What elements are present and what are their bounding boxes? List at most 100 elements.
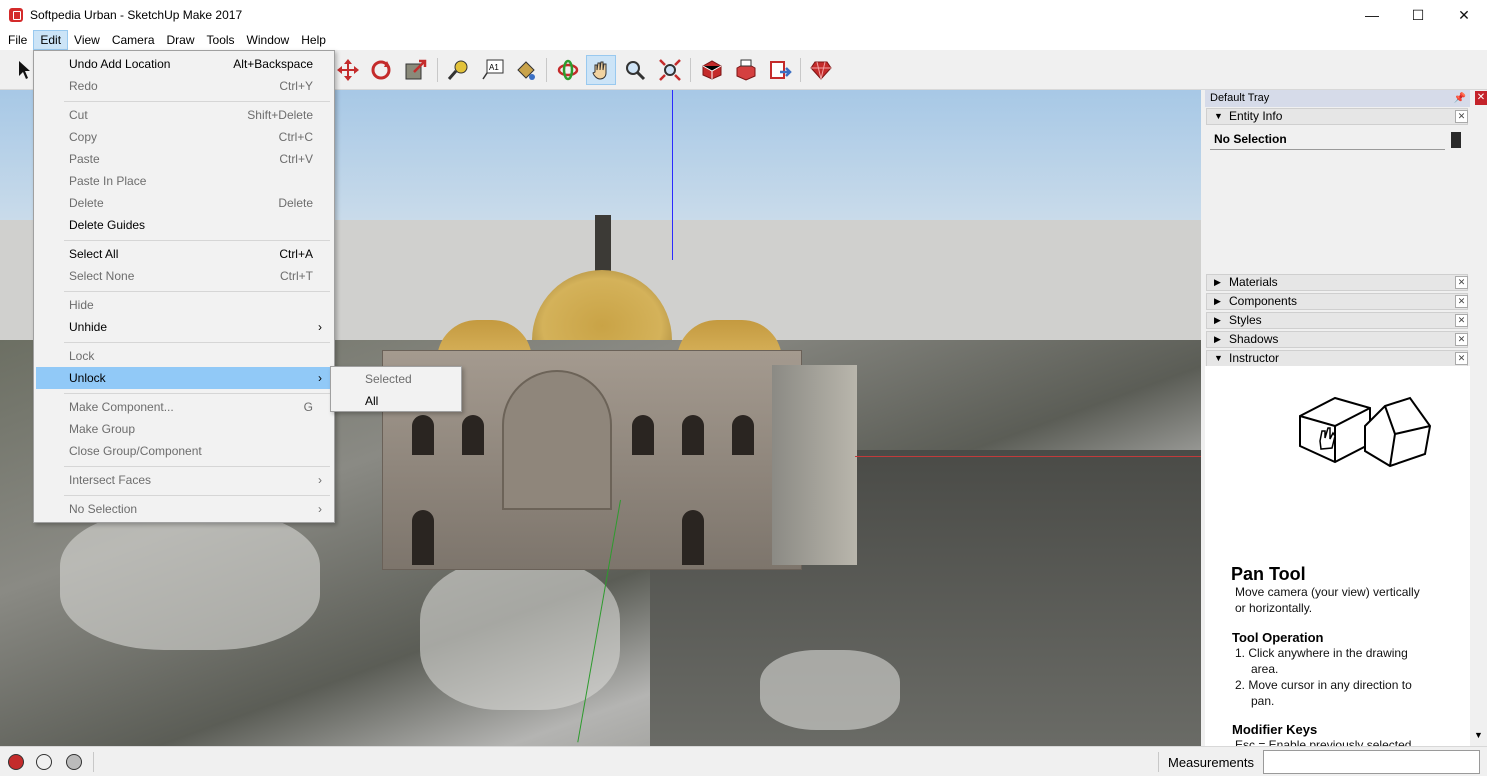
menu-hide[interactable]: Hide — [36, 294, 332, 316]
instructor-step2-cont: pan. — [1251, 694, 1275, 708]
menu-no-selection[interactable]: No Selection › — [36, 498, 332, 520]
instructor-step1: 1. Click anywhere in the drawing — [1235, 646, 1408, 660]
menu-view[interactable]: View — [68, 30, 106, 50]
chevron-right-icon: › — [318, 320, 322, 334]
instructor-modifier-heading: Modifier Keys — [1232, 722, 1318, 737]
panel-entity-info[interactable]: ▼ Entity Info ✕ — [1206, 108, 1468, 125]
tape-measure-icon[interactable] — [443, 55, 473, 85]
pan-icon[interactable] — [586, 55, 616, 85]
menu-bar: File Edit View Camera Draw Tools Window … — [0, 30, 1487, 50]
orbit-icon[interactable] — [553, 55, 583, 85]
panel-instructor[interactable]: ▼ Instructor ✕ — [1206, 350, 1468, 367]
unlock-submenu: Selected All — [330, 366, 462, 412]
maximize-button[interactable]: ☐ — [1395, 0, 1441, 30]
menu-unlock[interactable]: Unlock › — [36, 367, 332, 389]
move-icon[interactable] — [333, 55, 363, 85]
panel-close-icon[interactable]: ✕ — [1455, 276, 1468, 289]
extension-warehouse-icon[interactable] — [765, 55, 795, 85]
menu-intersect-faces[interactable]: Intersect Faces › — [36, 469, 332, 491]
sketchup-logo-icon — [9, 8, 23, 22]
svg-text:A1: A1 — [489, 63, 499, 72]
scale-icon[interactable] — [401, 55, 431, 85]
menu-file[interactable]: File — [2, 30, 33, 50]
instructor-scrollbar[interactable]: ▼ — [1471, 366, 1487, 746]
menu-make-group[interactable]: Make Group — [36, 418, 332, 440]
submenu-all[interactable]: All — [333, 390, 459, 412]
menu-edit[interactable]: Edit — [33, 30, 69, 50]
entity-selection-text: No Selection — [1210, 128, 1445, 150]
window-title: Softpedia Urban - SketchUp Make 2017 — [30, 8, 243, 22]
panel-close-icon[interactable]: ✕ — [1455, 352, 1468, 365]
instructor-step1-cont: area. — [1251, 662, 1279, 676]
title-bar: Softpedia Urban - SketchUp Make 2017 — ☐… — [0, 0, 1487, 30]
menu-help[interactable]: Help — [295, 30, 332, 50]
warehouse-icon[interactable] — [697, 55, 727, 85]
close-button[interactable]: ✕ — [1441, 0, 1487, 30]
paint-bucket-icon[interactable] — [511, 55, 541, 85]
menu-make-component[interactable]: Make Component... G — [36, 396, 332, 418]
instructor-operation-heading: Tool Operation — [1232, 630, 1324, 645]
chevron-right-icon: › — [318, 502, 322, 516]
expanded-triangle-icon: ▼ — [1214, 111, 1223, 121]
menu-paste-in-place[interactable]: Paste In Place — [36, 170, 332, 192]
panel-close-icon[interactable]: ✕ — [1455, 110, 1468, 123]
collapsed-triangle-icon: ▶ — [1214, 277, 1221, 287]
panel-styles[interactable]: ▶ Styles ✕ — [1206, 312, 1468, 329]
zoom-icon[interactable] — [620, 55, 650, 85]
tray-close-button[interactable]: ✕ — [1475, 91, 1487, 105]
menu-cut[interactable]: Cut Shift+Delete — [36, 104, 332, 126]
chevron-right-icon: › — [318, 473, 322, 487]
minimize-button[interactable]: — — [1349, 0, 1395, 30]
instructor-tool-title: Pan Tool — [1231, 564, 1306, 584]
instructor-description-line2: or horizontally. — [1235, 601, 1313, 615]
instructor-description-line1: Move camera (your view) vertically — [1235, 585, 1420, 599]
tray-header: Default Tray 📌 — [1205, 90, 1470, 107]
user-account-icon[interactable] — [66, 754, 82, 770]
entity-toggle-icon[interactable] — [1451, 132, 1461, 148]
scroll-down-icon[interactable]: ▼ — [1474, 730, 1483, 740]
expanded-triangle-icon: ▼ — [1214, 353, 1223, 363]
menu-unhide[interactable]: Unhide › — [36, 316, 332, 338]
panel-close-icon[interactable]: ✕ — [1455, 314, 1468, 327]
pan-tool-illustration — [1299, 396, 1432, 468]
chevron-right-icon: › — [318, 371, 322, 385]
geo-location-icon[interactable] — [8, 754, 24, 770]
menu-select-all[interactable]: Select All Ctrl+A — [36, 243, 332, 265]
ruby-icon[interactable] — [806, 55, 836, 85]
menu-copy[interactable]: Copy Ctrl+C — [36, 126, 332, 148]
menu-draw[interactable]: Draw — [161, 30, 201, 50]
panel-shadows[interactable]: ▶ Shadows ✕ — [1206, 331, 1468, 348]
panel-components[interactable]: ▶ Components ✕ — [1206, 293, 1468, 310]
panel-close-icon[interactable]: ✕ — [1455, 295, 1468, 308]
measurements-input[interactable] — [1263, 750, 1480, 774]
menu-delete-guides[interactable]: Delete Guides — [36, 214, 332, 236]
menu-select-none[interactable]: Select None Ctrl+T — [36, 265, 332, 287]
collapsed-triangle-icon: ▶ — [1214, 315, 1221, 325]
menu-delete[interactable]: Delete Delete — [36, 192, 332, 214]
menu-redo[interactable]: Redo Ctrl+Y — [36, 75, 332, 97]
measurements-label: Measurements — [1168, 755, 1254, 770]
menu-lock[interactable]: Lock — [36, 345, 332, 367]
palacio-building-model[interactable] — [382, 215, 857, 570]
collapsed-triangle-icon: ▶ — [1214, 334, 1221, 344]
submenu-selected[interactable]: Selected — [333, 368, 459, 390]
red-axis — [855, 456, 1201, 457]
menu-undo-add-location[interactable]: Undo Add Location Alt+Backspace — [36, 53, 332, 75]
zoom-extents-icon[interactable] — [655, 55, 685, 85]
panel-close-icon[interactable]: ✕ — [1455, 333, 1468, 346]
menu-paste[interactable]: Paste Ctrl+V — [36, 148, 332, 170]
status-bar: Measurements — [0, 746, 1487, 776]
panel-materials[interactable]: ▶ Materials ✕ — [1206, 274, 1468, 291]
menu-tools[interactable]: Tools — [201, 30, 241, 50]
menu-close-group-component[interactable]: Close Group/Component — [36, 440, 332, 462]
menu-camera[interactable]: Camera — [106, 30, 161, 50]
share-model-icon[interactable] — [731, 55, 761, 85]
pin-icon[interactable]: 📌 — [1454, 90, 1466, 107]
rotate-icon[interactable] — [366, 55, 396, 85]
credits-icon[interactable] — [36, 754, 52, 770]
menu-window[interactable]: Window — [241, 30, 296, 50]
text-icon[interactable]: A1 — [478, 55, 508, 85]
blue-axis — [672, 90, 673, 260]
collapsed-triangle-icon: ▶ — [1214, 296, 1221, 306]
instructor-step2: 2. Move cursor in any direction to — [1235, 678, 1412, 692]
